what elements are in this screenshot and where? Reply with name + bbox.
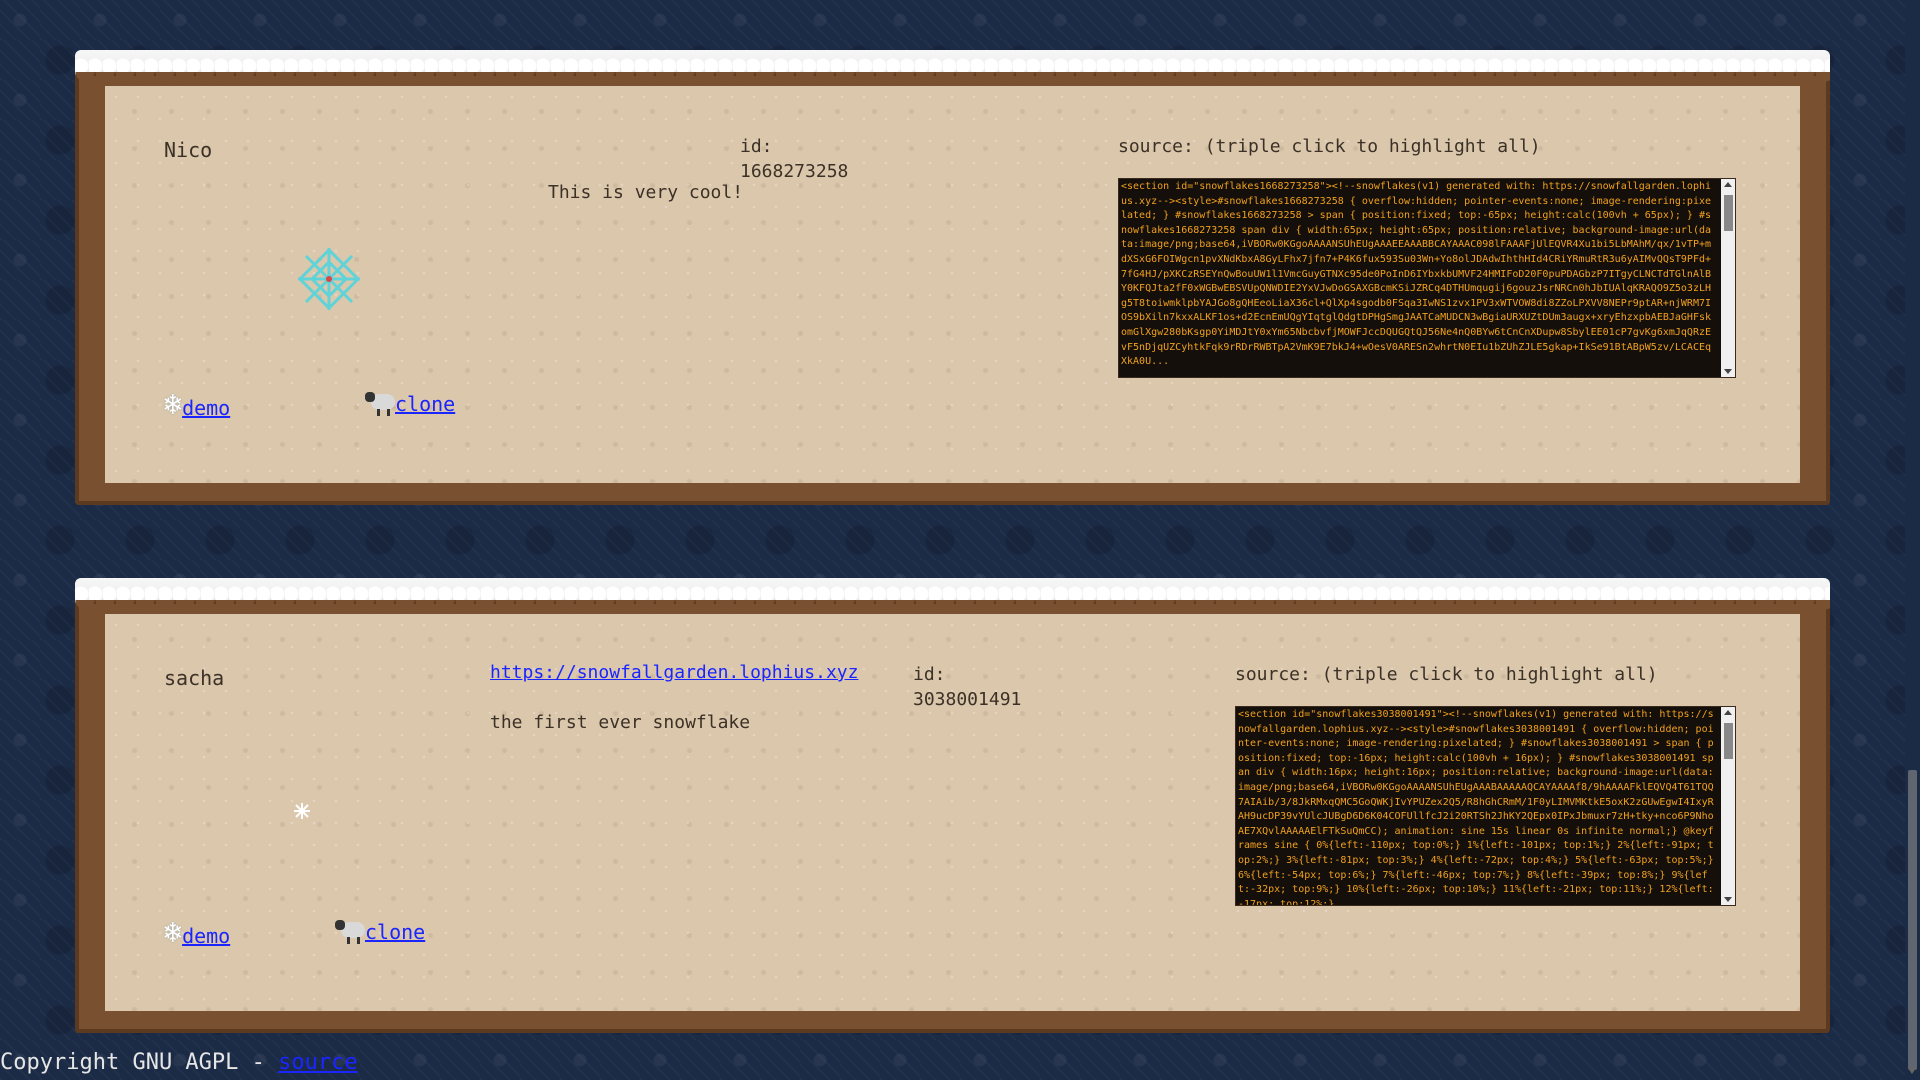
message-text: the first ever snowflake: [490, 712, 751, 733]
snowflake-card: sacha https://snowfallgarden.lophius.xyz…: [75, 578, 1830, 1033]
id-value: 1668273258: [740, 161, 849, 182]
snowflake-card: Nico id: 1668273258 This is very cool! s…: [75, 50, 1830, 505]
snowflake-icon: ❄: [164, 915, 183, 950]
clone-link[interactable]: clone: [365, 920, 425, 944]
snowflake-icon: ❄: [164, 387, 183, 422]
author-url-link[interactable]: https://snowfallgarden.lophius.xyz: [490, 662, 858, 683]
sheep-icon: [365, 390, 395, 416]
demo-action[interactable]: ❄ demo: [164, 387, 230, 422]
scroll-thumb[interactable]: [1724, 723, 1733, 759]
scroll-down-icon[interactable]: [1724, 369, 1732, 374]
demo-link[interactable]: demo: [182, 396, 230, 420]
source-code-text: <section id="snowflakes3038001491"><!--s…: [1238, 709, 1714, 906]
source-label: source: (triple click to highlight all): [1118, 136, 1541, 157]
clone-action[interactable]: clone: [335, 918, 425, 944]
page-scroll-thumb[interactable]: [1908, 770, 1917, 1070]
demo-action[interactable]: ❄ demo: [164, 915, 230, 950]
sheep-icon: [335, 918, 365, 944]
source-link[interactable]: source: [278, 1050, 357, 1075]
footer: Copyright GNU AGPL - source: [0, 1050, 358, 1075]
clone-link[interactable]: clone: [395, 392, 455, 416]
code-scrollbar[interactable]: [1721, 707, 1735, 905]
id-label: id:: [913, 664, 946, 685]
copyright-text: Copyright GNU AGPL -: [0, 1050, 279, 1075]
card-body: Nico id: 1668273258 This is very cool! s…: [105, 86, 1800, 483]
id-label: id:: [740, 136, 773, 157]
scroll-up-icon[interactable]: [1724, 710, 1732, 715]
source-code-box[interactable]: <section id="snowflakes3038001491"><!--s…: [1235, 706, 1736, 906]
author-name: Nico: [164, 138, 213, 162]
page-scrollbar[interactable]: [1905, 0, 1920, 1080]
message-text: This is very cool!: [548, 182, 744, 203]
snowflake-preview: [296, 246, 362, 312]
id-value: 3038001491: [913, 689, 1022, 710]
demo-link[interactable]: demo: [182, 924, 230, 948]
source-code-box[interactable]: <section id="snowflakes1668273258"><!--s…: [1118, 178, 1736, 378]
scroll-thumb[interactable]: [1724, 195, 1733, 231]
card-body: sacha https://snowfallgarden.lophius.xyz…: [105, 614, 1800, 1011]
scroll-down-icon[interactable]: [1724, 897, 1732, 902]
snowflake-preview: [293, 802, 311, 820]
source-code-text: <section id="snowflakes1668273258"><!--s…: [1121, 181, 1712, 368]
page-scroll-down-icon[interactable]: [1908, 1068, 1916, 1074]
source-label: source: (triple click to highlight all): [1235, 664, 1658, 685]
clone-action[interactable]: clone: [365, 390, 455, 416]
author-name: sacha: [164, 666, 225, 690]
scroll-up-icon[interactable]: [1724, 182, 1732, 187]
code-scrollbar[interactable]: [1721, 179, 1735, 377]
